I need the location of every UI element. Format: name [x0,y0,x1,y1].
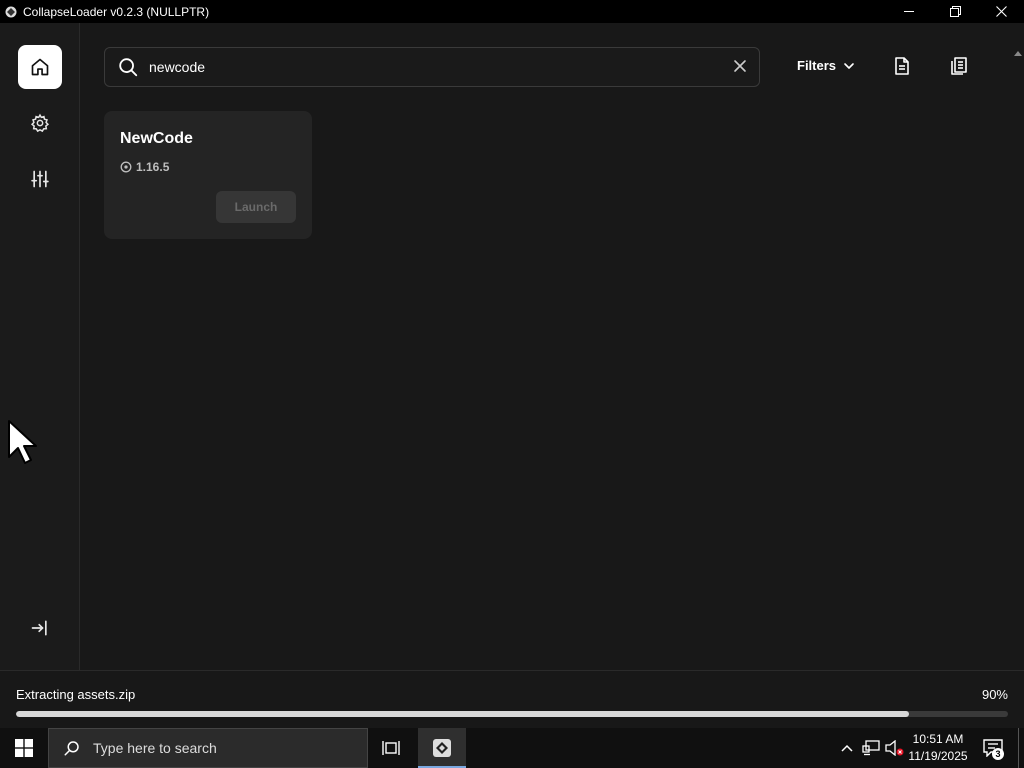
login-arrow-icon [31,620,47,636]
search-icon [119,58,138,77]
chevron-up-icon [841,744,853,752]
nav-customize-button[interactable] [18,157,62,201]
tray-overflow-button[interactable] [838,728,856,768]
gear-icon [30,113,50,133]
documents-stack-icon[interactable] [950,56,970,76]
restore-button[interactable] [932,0,978,23]
chevron-down-icon [844,62,854,69]
task-view-button[interactable] [372,728,412,768]
volume-muted-icon [885,740,904,756]
document-icon[interactable] [892,56,912,76]
app-icon [5,6,17,17]
clear-search-icon[interactable] [733,59,747,73]
client-version: 1.16.5 [120,160,169,174]
sidebar [0,23,80,670]
taskbar: Type here to search 10:51 AM 11/19/2025 … [0,728,1024,768]
client-name: NewCode [120,130,193,147]
show-desktop-button[interactable] [1018,728,1024,768]
task-view-icon [382,741,400,755]
nav-home-button[interactable] [18,45,62,89]
window-title: CollapseLoader v0.2.3 (NULLPTR) [23,4,210,19]
start-button[interactable] [0,728,48,768]
network-button[interactable] [860,728,882,768]
client-version-label: 1.16.5 [136,160,170,174]
status-percent: 90% [981,687,1008,702]
search-bar[interactable] [104,47,760,87]
nav-settings-button[interactable] [18,101,62,145]
windows-logo-icon [15,739,33,757]
mouse-cursor-icon [8,420,37,464]
minimize-button[interactable] [886,0,932,23]
status-message: Extracting assets.zip [16,687,136,702]
restore-icon [949,6,961,17]
home-icon [31,58,49,76]
search-icon [64,741,79,756]
main-content: Filters NewCode 1.16.5 Launch [80,23,1022,670]
taskbar-collapseloader[interactable] [418,728,466,768]
search-input[interactable] [147,58,711,76]
sliders-icon [31,170,49,188]
client-card[interactable]: NewCode 1.16.5 Launch [104,111,312,239]
volume-button[interactable] [884,728,906,768]
taskbar-search[interactable]: Type here to search [48,728,368,768]
collapse-diamond-icon [433,739,451,757]
close-icon [995,6,1007,17]
status-bar: Extracting assets.zip 90% [0,670,1024,729]
filters-button[interactable]: Filters [797,58,855,73]
clock-icon [120,161,132,173]
launch-button[interactable]: Launch [216,191,296,223]
taskbar-search-placeholder: Type here to search [93,740,217,756]
progress-bar [16,711,1008,717]
filters-label: Filters [797,58,837,73]
progress-fill [16,711,909,717]
logout-button[interactable] [18,606,62,650]
network-icon [862,740,880,756]
clock-time: 10:51 AM [912,732,964,746]
notifications-button[interactable] [980,728,1006,768]
scroll-up-arrow[interactable] [1014,51,1022,56]
close-button[interactable] [978,0,1024,23]
taskbar-clock[interactable]: 10:51 AM 11/19/2025 [906,731,970,765]
title-bar: CollapseLoader v0.2.3 (NULLPTR) [0,0,1024,23]
clock-date: 11/19/2025 [908,749,968,763]
minimize-icon [903,11,914,12]
notification-count-badge: 3 [992,748,1004,760]
